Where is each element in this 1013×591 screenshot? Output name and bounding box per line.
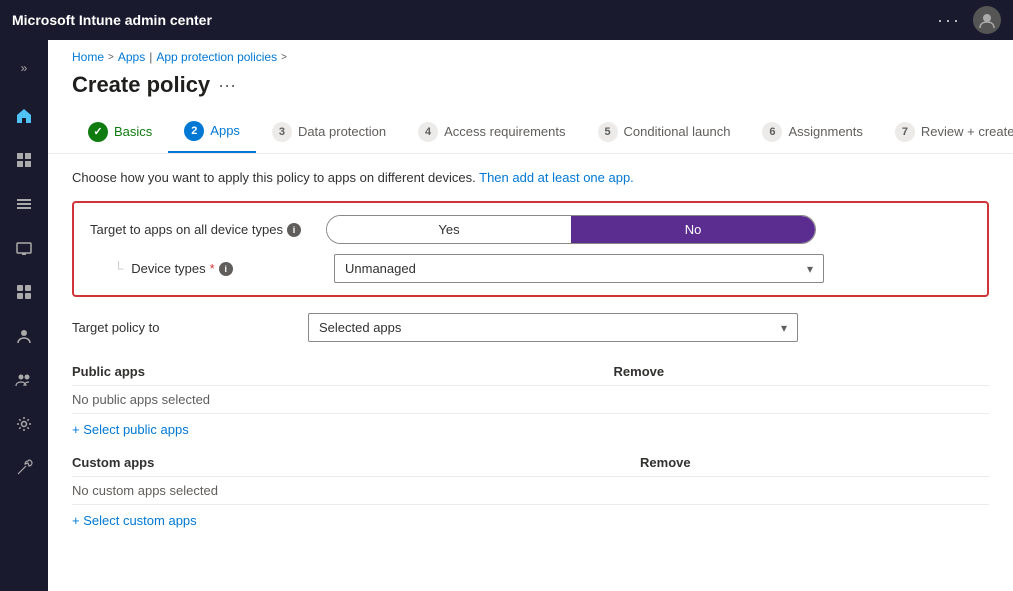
device-types-info-icon[interactable]: i bbox=[219, 262, 233, 276]
target-all-devices-row: Target to apps on all device types i Yes… bbox=[90, 215, 971, 244]
sidebar-item-groups[interactable] bbox=[4, 360, 44, 400]
topbar: Microsoft Intune admin center ··· bbox=[0, 0, 1013, 40]
main-layout: » Home > bbox=[0, 40, 1013, 591]
breadcrumb-policies[interactable]: App protection policies bbox=[156, 50, 277, 64]
public-apps-header: Public apps bbox=[72, 358, 614, 386]
step-apps-label: Apps bbox=[210, 123, 240, 138]
public-apps-table: Public apps Remove No public apps select… bbox=[72, 358, 989, 414]
step-conditional-launch[interactable]: 5 Conditional launch bbox=[582, 110, 747, 153]
step-assignments-label: Assignments bbox=[788, 124, 862, 139]
page-body: Choose how you want to apply this policy… bbox=[48, 154, 1013, 591]
device-types-chevron-icon: ▾ bbox=[807, 262, 813, 276]
device-types-value: Unmanaged bbox=[345, 261, 416, 276]
step-basics[interactable]: ✓ Basics bbox=[72, 110, 168, 153]
target-policy-label: Target policy to bbox=[72, 320, 292, 335]
no-custom-apps-text: No custom apps selected bbox=[72, 477, 989, 505]
topbar-more-button[interactable]: ··· bbox=[937, 10, 961, 31]
sidebar-item-devices[interactable] bbox=[4, 228, 44, 268]
public-apps-remove-header: Remove bbox=[614, 358, 989, 386]
breadcrumb: Home > Apps | App protection policies > bbox=[48, 40, 1013, 68]
avatar[interactable] bbox=[973, 6, 1001, 34]
target-info-icon[interactable]: i bbox=[287, 223, 301, 237]
breadcrumb-sep2: > bbox=[281, 52, 287, 63]
no-public-apps-text: No public apps selected bbox=[72, 386, 989, 414]
target-all-devices-label: Target to apps on all device types i bbox=[90, 222, 310, 237]
target-policy-chevron-icon: ▾ bbox=[781, 321, 787, 335]
breadcrumb-home[interactable]: Home bbox=[72, 50, 104, 64]
device-types-row: └ Device types * i Unmanaged ▾ bbox=[90, 254, 971, 283]
step-basics-circle: ✓ bbox=[88, 122, 108, 142]
step-apps[interactable]: 2 Apps bbox=[168, 110, 256, 153]
step-data-protection[interactable]: 3 Data protection bbox=[256, 110, 402, 153]
target-box: Target to apps on all device types i Yes… bbox=[72, 201, 989, 297]
breadcrumb-sep1: > bbox=[108, 52, 114, 63]
sidebar-item-settings[interactable] bbox=[4, 404, 44, 444]
custom-apps-remove-header: Remove bbox=[640, 449, 989, 477]
sidebar-item-tools[interactable] bbox=[4, 448, 44, 488]
sidebar-item-dashboard[interactable] bbox=[4, 140, 44, 180]
page-title: Create policy bbox=[72, 72, 210, 98]
device-types-label: └ Device types * i bbox=[114, 261, 318, 276]
step-data-protection-label: Data protection bbox=[298, 124, 386, 139]
step-basics-label: Basics bbox=[114, 124, 152, 139]
step-review[interactable]: 7 Review + create bbox=[879, 110, 1013, 153]
breadcrumb-apps[interactable]: Apps bbox=[118, 50, 145, 64]
sidebar-item-list[interactable] bbox=[4, 184, 44, 224]
step-review-label: Review + create bbox=[921, 124, 1013, 139]
page-header: Create policy ··· bbox=[48, 68, 1013, 110]
app-title: Microsoft Intune admin center bbox=[12, 12, 937, 28]
target-policy-value: Selected apps bbox=[319, 320, 401, 335]
step-conditional-launch-label: Conditional launch bbox=[624, 124, 731, 139]
topbar-icons: ··· bbox=[937, 6, 1001, 34]
step-review-circle: 7 bbox=[895, 122, 915, 142]
toggle-no-button[interactable]: No bbox=[571, 216, 815, 243]
add-app-link[interactable]: Then add at least one app. bbox=[479, 170, 634, 185]
custom-apps-table: Custom apps Remove No custom apps select… bbox=[72, 449, 989, 505]
step-apps-circle: 2 bbox=[184, 121, 204, 141]
sidebar-item-users[interactable] bbox=[4, 316, 44, 356]
page-more-button[interactable]: ··· bbox=[218, 75, 236, 96]
description-text: Choose how you want to apply this policy… bbox=[72, 170, 989, 185]
step-data-protection-circle: 3 bbox=[272, 122, 292, 142]
device-types-dropdown[interactable]: Unmanaged ▾ bbox=[334, 254, 824, 283]
sidebar-item-home[interactable] bbox=[4, 96, 44, 136]
step-access-req-label: Access requirements bbox=[444, 124, 565, 139]
target-policy-row: Target policy to Selected apps ▾ bbox=[72, 313, 989, 342]
select-public-apps-link[interactable]: + Select public apps bbox=[72, 422, 189, 437]
select-custom-apps-link[interactable]: + Select custom apps bbox=[72, 513, 197, 528]
step-assignments-circle: 6 bbox=[762, 122, 782, 142]
sidebar-item-apps[interactable] bbox=[4, 272, 44, 312]
step-access-req-circle: 4 bbox=[418, 122, 438, 142]
custom-apps-header: Custom apps bbox=[72, 449, 640, 477]
step-assignments[interactable]: 6 Assignments bbox=[746, 110, 878, 153]
step-navigation: ✓ Basics 2 Apps 3 Data protection 4 Acce… bbox=[48, 110, 1013, 154]
device-types-indent: └ Device types * i bbox=[90, 261, 318, 276]
step-conditional-launch-circle: 5 bbox=[598, 122, 618, 142]
required-star: * bbox=[210, 261, 215, 276]
sidebar-collapse-button[interactable]: » bbox=[4, 48, 44, 88]
yes-no-toggle[interactable]: Yes No bbox=[326, 215, 816, 244]
step-access-req[interactable]: 4 Access requirements bbox=[402, 110, 581, 153]
public-apps-empty-row: No public apps selected bbox=[72, 386, 989, 414]
content-area: Home > Apps | App protection policies > … bbox=[48, 40, 1013, 591]
target-policy-dropdown[interactable]: Selected apps ▾ bbox=[308, 313, 798, 342]
sidebar: » bbox=[0, 40, 48, 591]
breadcrumb-pipe: | bbox=[149, 50, 152, 64]
custom-apps-empty-row: No custom apps selected bbox=[72, 477, 989, 505]
toggle-yes-button[interactable]: Yes bbox=[327, 216, 571, 243]
